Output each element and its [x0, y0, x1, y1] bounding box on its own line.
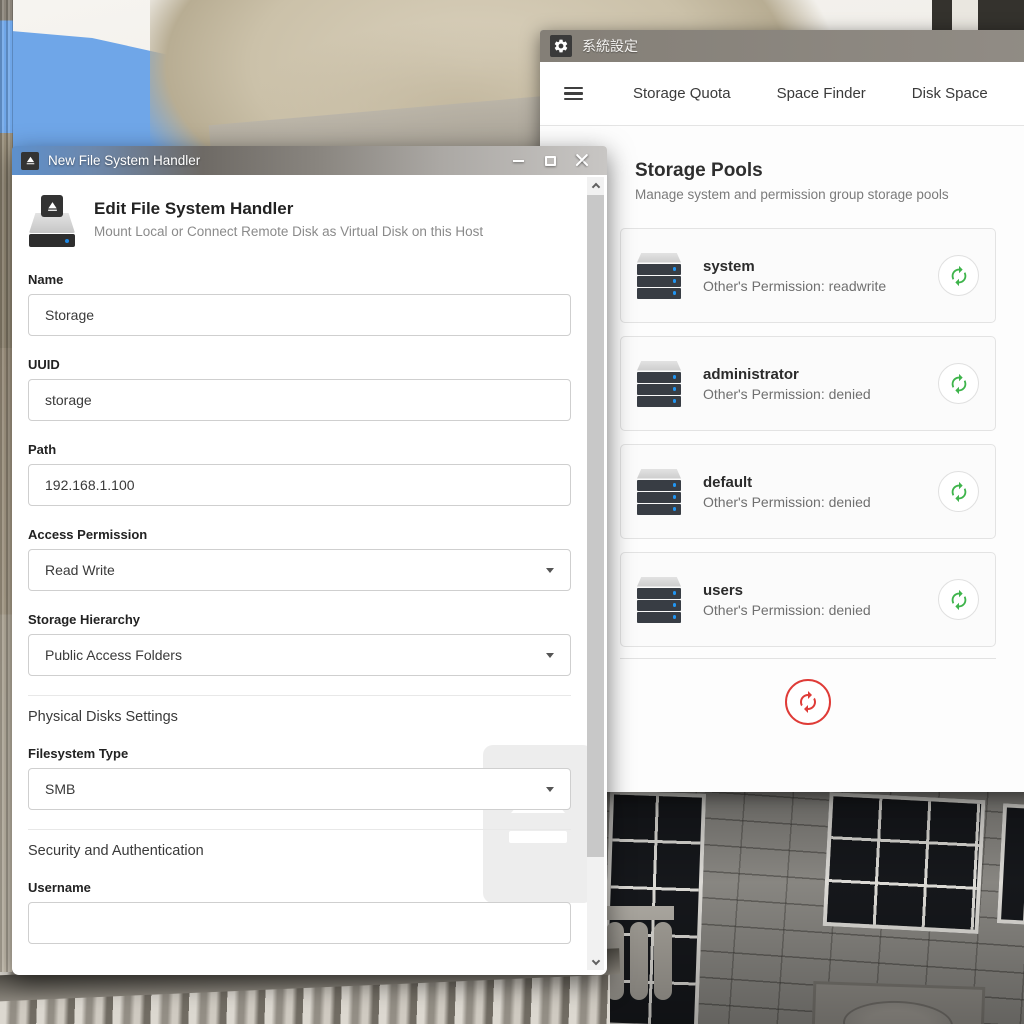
scroll-up-button[interactable]: [587, 177, 604, 193]
physical-disks-section-title: Physical Disks Settings: [28, 709, 571, 725]
storage-hierarchy-select[interactable]: Public Access Folders: [28, 634, 571, 676]
circular-arrows-icon: [948, 265, 970, 287]
tab-disk-space[interactable]: Disk Space: [912, 85, 988, 102]
page-subtitle: Manage system and permission group stora…: [635, 187, 1024, 202]
circular-arrows-icon: [796, 690, 820, 714]
pool-name: users: [703, 582, 938, 599]
refresh-pool-button[interactable]: [938, 471, 979, 512]
storage-pools-page: Storage Pools Manage system and permissi…: [540, 126, 1024, 792]
path-label: Path: [28, 442, 571, 457]
pool-name: system: [703, 258, 938, 275]
close-button[interactable]: [566, 146, 598, 175]
menu-icon[interactable]: [564, 87, 583, 101]
uuid-label: UUID: [28, 357, 571, 372]
chevron-up-icon: [591, 182, 599, 190]
dialog-body: Edit File System Handler Mount Local or …: [12, 175, 607, 975]
server-stack-icon: [637, 361, 681, 407]
page-title: Storage Pools: [635, 160, 1024, 182]
refresh-pool-button[interactable]: [938, 579, 979, 620]
access-permission-select[interactable]: Read Write: [28, 549, 571, 591]
caret-down-icon: [546, 568, 554, 573]
minimize-button[interactable]: [502, 146, 534, 175]
path-input[interactable]: [28, 464, 571, 506]
dialog-header: Edit File System Handler Mount Local or …: [28, 197, 571, 251]
caret-down-icon: [546, 653, 554, 658]
settings-toolbar: Storage Quota Space Finder Disk Space: [540, 62, 1024, 126]
pool-permission: Other's Permission: denied: [703, 602, 938, 618]
form-subtitle: Mount Local or Connect Remote Disk as Vi…: [94, 224, 483, 239]
pool-name: default: [703, 474, 938, 491]
filesystem-type-select[interactable]: SMB: [28, 768, 571, 810]
eject-icon: [21, 152, 39, 170]
caret-down-icon: [546, 787, 554, 792]
scrollbar-thumb[interactable]: [587, 195, 604, 857]
security-section-title: Security and Authentication: [28, 843, 571, 859]
bg-building-facade: [600, 788, 1024, 1024]
circular-arrows-icon: [948, 589, 970, 611]
uuid-input[interactable]: [28, 379, 571, 421]
maximize-button[interactable]: [534, 146, 566, 175]
refresh-pool-button[interactable]: [938, 363, 979, 404]
settings-window: 系統設定 Storage Quota Space Finder Disk Spa…: [540, 30, 1024, 792]
divider: [28, 829, 571, 830]
scroll-down-button[interactable]: [587, 954, 604, 970]
pool-permission: Other's Permission: denied: [703, 494, 938, 510]
pool-permission: Other's Permission: denied: [703, 386, 938, 402]
filesystem-type-label: Filesystem Type: [28, 746, 571, 761]
new-fs-handler-dialog: New File System Handler Edit File System…: [12, 146, 607, 975]
storage-hierarchy-value: Public Access Folders: [45, 647, 182, 663]
name-input[interactable]: [28, 294, 571, 336]
bg-fluted-columns: [0, 972, 610, 1024]
dialog-scrollbar[interactable]: [587, 177, 604, 970]
filesystem-type-value: SMB: [45, 781, 75, 797]
external-drive-icon: [28, 197, 76, 251]
reload-pools-button[interactable]: [785, 679, 831, 725]
access-permission-label: Access Permission: [28, 527, 571, 542]
username-input[interactable]: [28, 902, 571, 944]
server-stack-icon: [637, 469, 681, 515]
settings-titlebar[interactable]: 系統設定: [540, 30, 1024, 62]
tab-storage-quota[interactable]: Storage Quota: [633, 85, 731, 102]
dialog-title: New File System Handler: [48, 153, 502, 168]
form-title: Edit File System Handler: [94, 199, 483, 219]
pool-card-system[interactable]: system Other's Permission: readwrite: [620, 228, 996, 323]
pool-card-users[interactable]: users Other's Permission: denied: [620, 552, 996, 647]
username-label: Username: [28, 880, 571, 895]
pool-list: system Other's Permission: readwrite adm…: [620, 228, 996, 647]
pool-card-default[interactable]: default Other's Permission: denied: [620, 444, 996, 539]
server-stack-icon: [637, 577, 681, 623]
pool-card-administrator[interactable]: administrator Other's Permission: denied: [620, 336, 996, 431]
access-permission-value: Read Write: [45, 562, 115, 578]
gear-icon: [550, 35, 572, 57]
name-label: Name: [28, 272, 571, 287]
divider: [28, 695, 571, 696]
chevron-down-icon: [591, 956, 599, 964]
server-stack-icon: [637, 253, 681, 299]
pool-permission: Other's Permission: readwrite: [703, 278, 938, 294]
dialog-titlebar[interactable]: New File System Handler: [12, 146, 607, 175]
circular-arrows-icon: [948, 481, 970, 503]
settings-window-title: 系統設定: [582, 36, 638, 56]
pool-name: administrator: [703, 366, 938, 383]
screen: 系統設定 Storage Quota Space Finder Disk Spa…: [0, 0, 1024, 1024]
tab-space-finder[interactable]: Space Finder: [777, 85, 866, 102]
refresh-pool-button[interactable]: [938, 255, 979, 296]
storage-hierarchy-label: Storage Hierarchy: [28, 612, 571, 627]
circular-arrows-icon: [948, 373, 970, 395]
